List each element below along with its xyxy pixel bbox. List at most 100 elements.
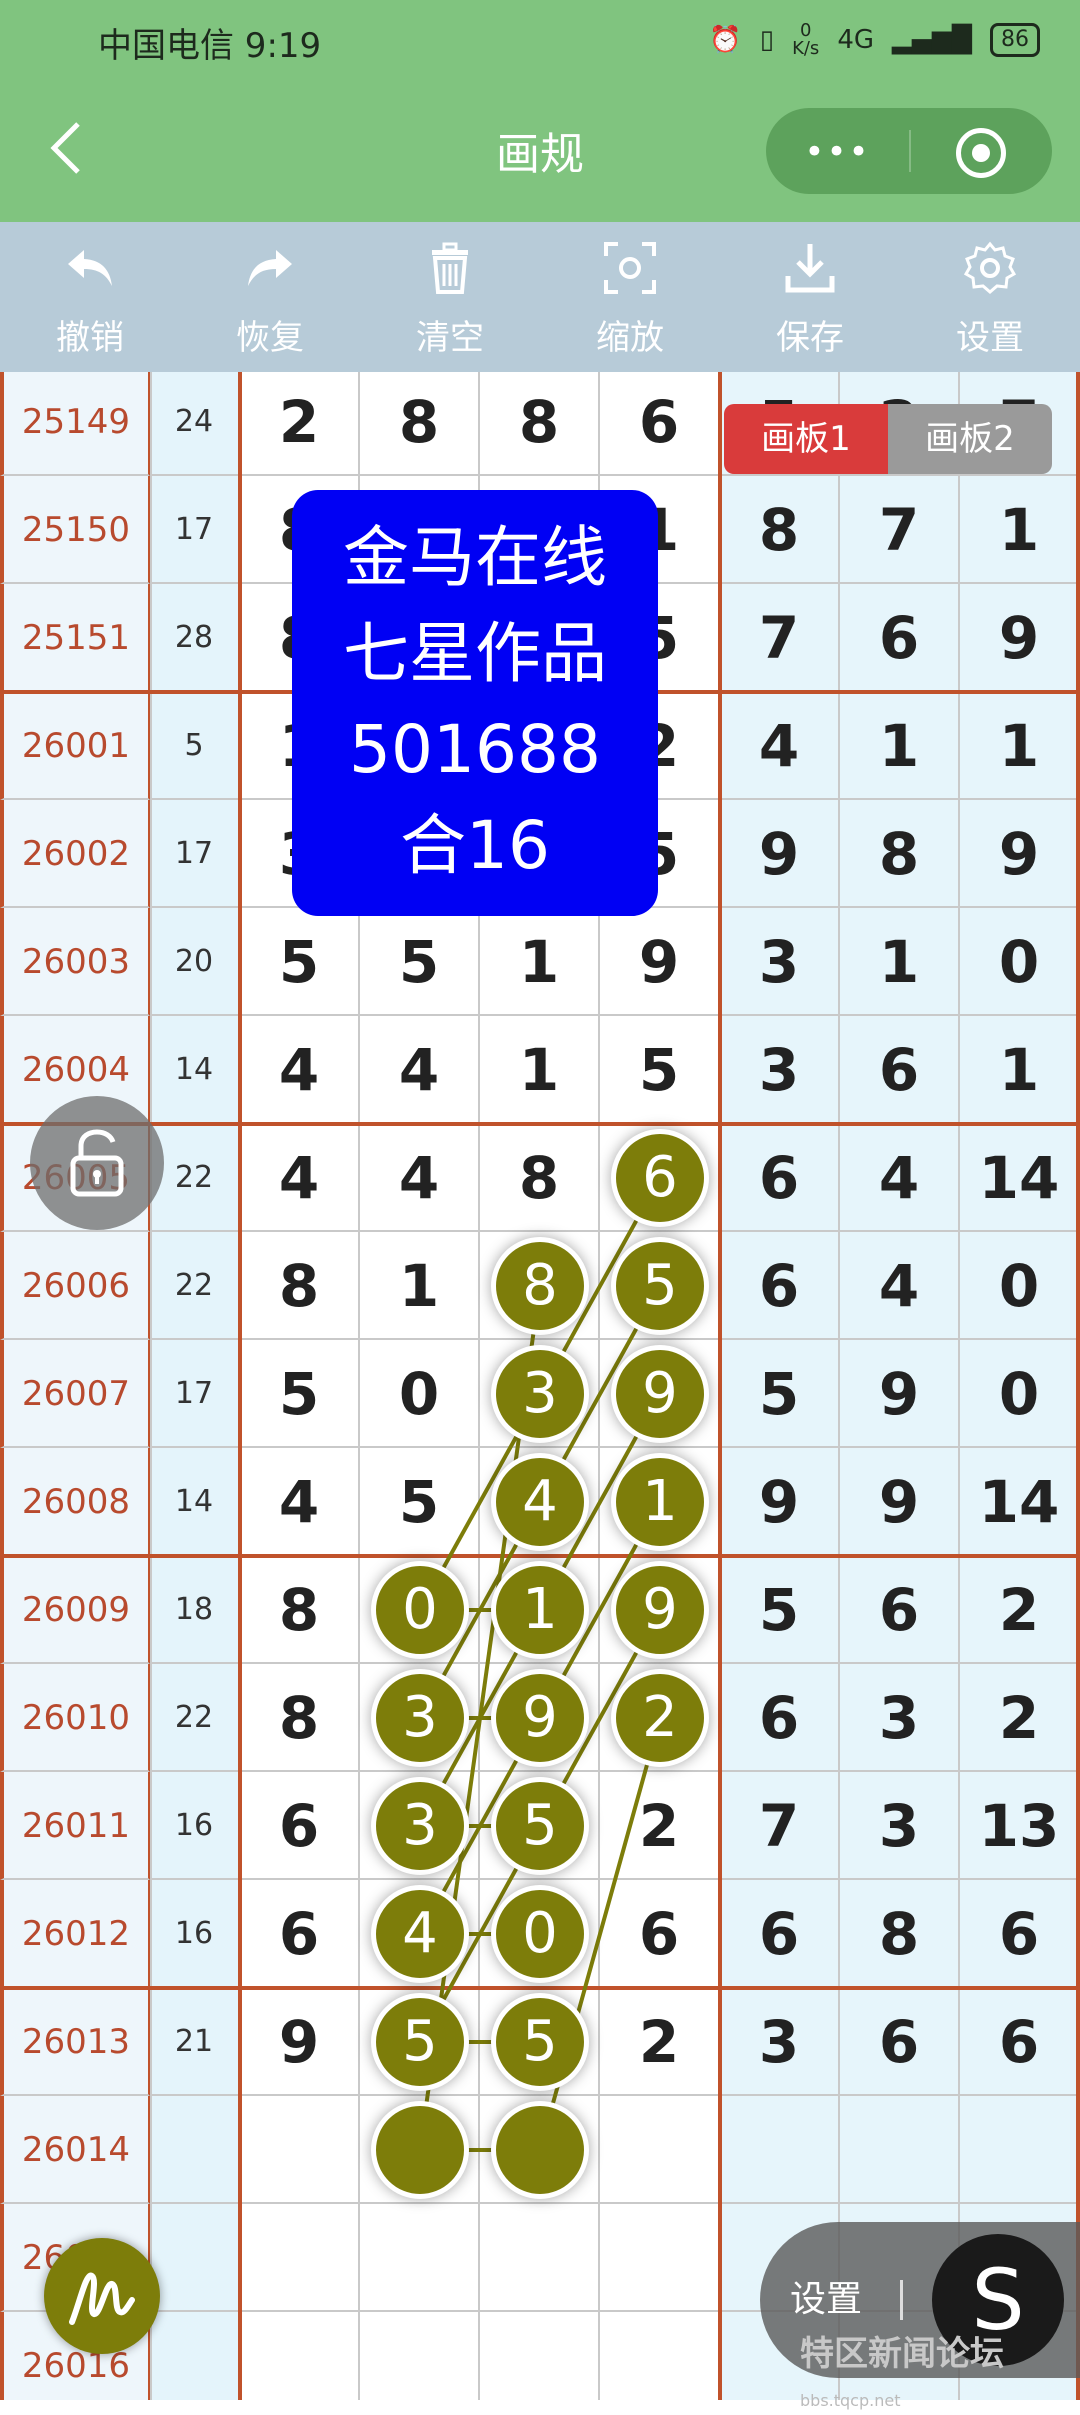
marked-ball[interactable]: 3	[371, 1669, 469, 1767]
save-button[interactable]: 保存	[720, 222, 900, 372]
digit-cell[interactable]: 0	[960, 1340, 1080, 1448]
digit-cell[interactable]: 0	[360, 1340, 480, 1448]
close-target-icon[interactable]	[956, 128, 1006, 178]
digit-cell[interactable]	[240, 2312, 360, 2400]
digit-cell[interactable]: 8	[240, 1664, 360, 1772]
digit-cell[interactable]: 7	[840, 476, 960, 584]
digit-cell[interactable]: 2	[960, 1664, 1080, 1772]
pen-button[interactable]	[44, 2238, 160, 2354]
digit-cell[interactable]: 1	[360, 1232, 480, 1340]
digit-cell[interactable]	[480, 2312, 600, 2400]
digit-cell[interactable]: 9	[840, 1340, 960, 1448]
digit-cell[interactable]: 8	[840, 800, 960, 908]
digit-cell[interactable]	[240, 2096, 360, 2204]
marked-ball[interactable]: 5	[371, 1993, 469, 2091]
zoom-button[interactable]: 缩放	[540, 222, 720, 372]
marked-ball[interactable]: 5	[491, 1777, 589, 1875]
redo-button[interactable]: 恢复	[180, 222, 360, 372]
digit-cell[interactable]: 5	[360, 1448, 480, 1556]
marked-ball[interactable]: 1	[611, 1453, 709, 1551]
digit-cell[interactable]: 5	[240, 908, 360, 1016]
digit-cell[interactable]	[840, 2096, 960, 2204]
digit-cell[interactable]: 8	[840, 1880, 960, 1988]
digit-cell[interactable]: 5	[240, 1340, 360, 1448]
digit-cell[interactable]: 8	[240, 1556, 360, 1664]
digit-cell[interactable]: 2	[960, 1556, 1080, 1664]
digit-cell[interactable]: 4	[240, 1124, 360, 1232]
digit-cell[interactable]: 9	[240, 1988, 360, 2096]
marked-ball[interactable]: 3	[371, 1777, 469, 1875]
digit-cell[interactable]: 6	[960, 1880, 1080, 1988]
digit-cell[interactable]: 1	[840, 692, 960, 800]
digit-cell[interactable]: 14	[960, 1124, 1080, 1232]
digit-cell[interactable]: 8	[480, 1124, 600, 1232]
digit-cell[interactable]: 4	[360, 1124, 480, 1232]
digit-cell[interactable]: 2	[600, 1772, 720, 1880]
digit-cell[interactable]: 13	[960, 1772, 1080, 1880]
digit-cell[interactable]: 3	[840, 1664, 960, 1772]
digit-cell[interactable]: 3	[720, 908, 840, 1016]
digit-cell[interactable]: 5	[360, 908, 480, 1016]
digit-cell[interactable]	[600, 2096, 720, 2204]
digit-cell[interactable]: 1	[480, 1016, 600, 1124]
digit-cell[interactable]: 7	[720, 584, 840, 692]
marked-ball[interactable]: 5	[491, 1993, 589, 2091]
digit-cell[interactable]: 14	[960, 1448, 1080, 1556]
digit-cell[interactable]: 7	[720, 1772, 840, 1880]
digit-cell[interactable]: 6	[840, 584, 960, 692]
digit-cell[interactable]: 5	[600, 1016, 720, 1124]
settings-button[interactable]: 设置	[900, 222, 1080, 372]
digit-cell[interactable]: 5	[720, 1556, 840, 1664]
digit-cell[interactable]	[480, 2204, 600, 2312]
digit-cell[interactable]: 6	[240, 1772, 360, 1880]
digit-cell[interactable]: 4	[240, 1016, 360, 1124]
marked-ball[interactable]: 0	[371, 1561, 469, 1659]
digit-cell[interactable]: 8	[240, 1232, 360, 1340]
tab-board-2[interactable]: 画板2	[888, 404, 1052, 474]
digit-cell[interactable]: 4	[720, 692, 840, 800]
digit-cell[interactable]: 1	[840, 908, 960, 1016]
digit-cell[interactable]: 1	[480, 908, 600, 1016]
digit-cell[interactable]: 9	[840, 1448, 960, 1556]
digit-cell[interactable]: 4	[840, 1124, 960, 1232]
digit-cell[interactable]	[360, 2312, 480, 2400]
digit-cell[interactable]: 9	[720, 800, 840, 908]
digit-cell[interactable]: 2	[600, 1988, 720, 2096]
marked-ball[interactable]: 4	[491, 1453, 589, 1551]
digit-cell[interactable]: 4	[840, 1232, 960, 1340]
digit-cell[interactable]: 6	[720, 1232, 840, 1340]
digit-cell[interactable]: 8	[720, 476, 840, 584]
digit-cell[interactable]: 8	[480, 372, 600, 476]
clear-button[interactable]: 清空	[360, 222, 540, 372]
digit-cell[interactable]: 9	[600, 908, 720, 1016]
lock-button[interactable]	[30, 1096, 164, 1230]
digit-cell[interactable]: 4	[240, 1448, 360, 1556]
digit-cell[interactable]	[360, 2204, 480, 2312]
digit-cell[interactable]	[600, 2204, 720, 2312]
digit-cell[interactable]: 0	[960, 908, 1080, 1016]
digit-cell[interactable]: 9	[720, 1448, 840, 1556]
marked-ball[interactable]: 3	[491, 1345, 589, 1443]
digit-cell[interactable]: 1	[960, 1016, 1080, 1124]
digit-cell[interactable]: 6	[600, 372, 720, 476]
marked-ball[interactable]: 9	[611, 1561, 709, 1659]
marked-ball[interactable]: 4	[371, 1885, 469, 1983]
marked-ball[interactable]: 6	[611, 1129, 709, 1227]
digit-cell[interactable]: 6	[840, 1556, 960, 1664]
digit-cell[interactable]: 4	[360, 1016, 480, 1124]
digit-cell[interactable]: 6	[840, 1016, 960, 1124]
digit-cell[interactable]	[720, 2096, 840, 2204]
digit-cell[interactable]: 1	[960, 476, 1080, 584]
digit-cell[interactable]: 3	[720, 1016, 840, 1124]
digit-cell[interactable]: 3	[720, 1988, 840, 2096]
marked-ball[interactable]: 2	[611, 1669, 709, 1767]
digit-cell[interactable]: 6	[960, 1988, 1080, 2096]
marked-ball[interactable]: 9	[611, 1345, 709, 1443]
digit-cell[interactable]: 2	[240, 372, 360, 476]
digit-cell[interactable]: 9	[960, 584, 1080, 692]
digit-cell[interactable]	[240, 2204, 360, 2312]
digit-cell[interactable]: 8	[360, 372, 480, 476]
digit-cell[interactable]: 9	[960, 800, 1080, 908]
marked-ball[interactable]	[491, 2101, 589, 2199]
undo-button[interactable]: 撤销	[0, 222, 180, 372]
